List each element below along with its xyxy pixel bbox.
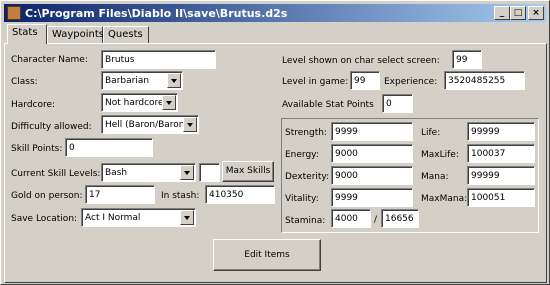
stash-label: In stash: — [161, 191, 200, 201]
chevron-down-icon[interactable] — [167, 73, 181, 88]
energy-input[interactable]: 9000 — [331, 144, 413, 163]
vitality-label: Vitality: — [285, 194, 319, 204]
difficulty-select-value: Hell (Baron/Baron — [105, 120, 185, 130]
hardcore-select-value: Not hardcore — [105, 98, 164, 108]
life-label: Life: — [421, 128, 441, 138]
tab-waypoints[interactable]: Waypoints — [47, 26, 104, 44]
in-game-level-label: Level in game: — [282, 77, 349, 87]
vitality-input[interactable]: 9999 — [331, 188, 413, 207]
hardcore-label: Hardcore: — [11, 100, 56, 110]
select-screen-level-label: Level shown on char select screen: — [282, 56, 440, 66]
experience-input[interactable]: 3520485255 — [444, 71, 525, 90]
hardcore-select[interactable]: Not hardcore — [101, 93, 178, 112]
save-location-label: Save Location: — [11, 214, 78, 224]
stat-points-input[interactable]: 0 — [382, 94, 413, 113]
main-window: C:\Program Files\Diablo II\save\Brutus.d… — [0, 0, 550, 285]
edit-items-button[interactable]: Edit Items — [213, 239, 321, 271]
dexterity-label: Dexterity: — [285, 172, 330, 182]
strength-input[interactable]: 9999 — [331, 122, 413, 141]
character-name-input[interactable]: Brutus — [101, 50, 216, 69]
mana-label: Mana: — [421, 172, 449, 182]
skill-levels-label: Current Skill Levels: — [11, 169, 101, 179]
stat-points-label: Available Stat Points — [282, 100, 374, 110]
in-game-level-input[interactable]: 99 — [350, 71, 380, 90]
maxlife-input[interactable]: 100037 — [467, 144, 535, 163]
experience-label: Experience: — [384, 77, 438, 87]
strength-label: Strength: — [285, 128, 327, 138]
dexterity-input[interactable]: 9000 — [331, 166, 413, 185]
mana-input[interactable]: 99999 — [467, 166, 535, 185]
stamina-input[interactable]: 4000 — [331, 209, 371, 228]
tab-quests[interactable]: Quests — [103, 26, 149, 44]
title-bar[interactable]: C:\Program Files\Diablo II\save\Brutus.d… — [4, 4, 546, 22]
difficulty-select[interactable]: Hell (Baron/Baron — [101, 115, 199, 134]
save-location-select[interactable]: Act I Normal — [81, 208, 196, 227]
save-location-value: Act I Normal — [85, 213, 141, 223]
class-select[interactable]: Barbarian — [101, 71, 183, 90]
minimize-button[interactable]: _ — [494, 6, 510, 20]
stamina-label: Stamina: — [285, 216, 326, 226]
gold-input[interactable]: 17 — [85, 185, 155, 204]
maxmana-input[interactable]: 100051 — [467, 188, 535, 207]
maximize-button[interactable]: □ — [510, 6, 526, 20]
skill-select[interactable]: Bash — [101, 163, 196, 182]
chevron-down-icon[interactable] — [180, 210, 194, 225]
chevron-down-icon[interactable] — [183, 117, 197, 132]
character-name-label: Character Name: — [11, 55, 88, 65]
max-stamina-input[interactable]: 16656 — [381, 209, 419, 228]
window-title: C:\Program Files\Diablo II\save\Brutus.d… — [25, 6, 288, 20]
maxlife-label: MaxLife: — [421, 150, 459, 160]
skill-points-label: Skill Points: — [11, 144, 63, 154]
skill-level-input[interactable] — [199, 163, 220, 182]
gold-label: Gold on person: — [11, 191, 83, 201]
difficulty-label: Difficulty allowed: — [11, 122, 92, 132]
app-icon — [7, 6, 21, 20]
life-input[interactable]: 99999 — [467, 122, 535, 141]
tab-stats[interactable]: Stats — [7, 24, 47, 44]
select-screen-level-input[interactable]: 99 — [452, 50, 482, 69]
stash-input[interactable]: 410350 — [205, 185, 275, 204]
chevron-down-icon[interactable] — [162, 95, 176, 110]
skill-points-input[interactable]: 0 — [65, 138, 153, 157]
class-select-value: Barbarian — [105, 76, 150, 86]
maxmana-label: MaxMana: — [421, 194, 468, 204]
skill-select-value: Bash — [105, 168, 128, 178]
energy-label: Energy: — [285, 150, 319, 160]
close-button[interactable]: × — [528, 6, 544, 20]
max-skills-button[interactable]: Max Skills — [222, 161, 274, 182]
chevron-down-icon[interactable] — [180, 165, 194, 180]
class-label: Class: — [11, 77, 38, 87]
stamina-separator: / — [374, 215, 378, 225]
